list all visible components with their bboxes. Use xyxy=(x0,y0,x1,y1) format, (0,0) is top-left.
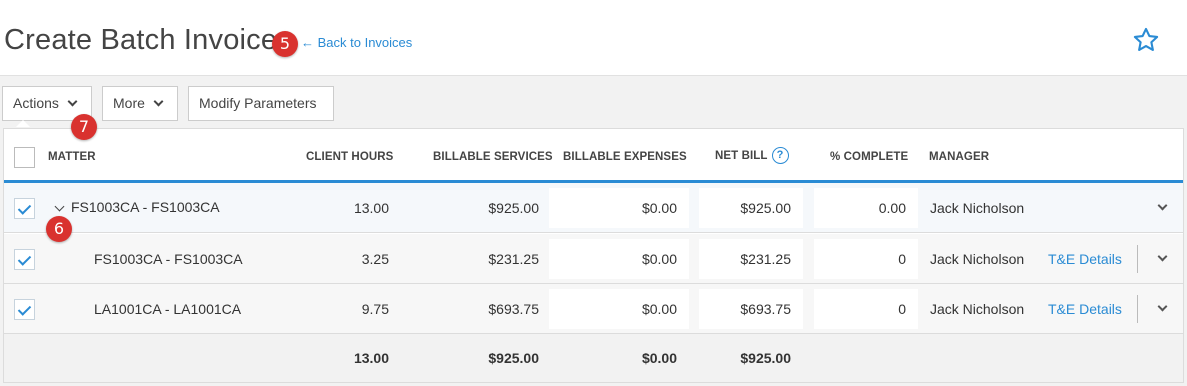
te-details-link[interactable]: T&E Details xyxy=(1048,284,1133,334)
billable-expenses-input[interactable]: $0.00 xyxy=(549,188,689,228)
column-header-matter[interactable]: MATTER xyxy=(48,151,96,163)
back-to-invoices-link[interactable]: ← Back to Invoices xyxy=(301,35,412,50)
chevron-down-icon[interactable] xyxy=(1157,301,1168,312)
pct-complete-input[interactable]: 0.00 xyxy=(814,188,918,228)
divider xyxy=(1137,245,1138,273)
manager-cell: Jack Nicholson xyxy=(930,251,1025,267)
column-header-billable-expenses[interactable]: BILLABLE EXPENSES xyxy=(563,151,687,163)
modify-parameters-button[interactable]: Modify Parameters xyxy=(188,86,334,121)
column-header-manager[interactable]: MANAGER xyxy=(929,151,989,163)
row-checkbox[interactable] xyxy=(14,198,35,219)
divider xyxy=(1137,295,1138,323)
net-bill-input[interactable]: $925.00 xyxy=(699,188,803,228)
row-checkbox[interactable] xyxy=(14,249,35,270)
net-bill-label: NET BILL xyxy=(715,150,768,162)
billable-services-cell: $925.00 xyxy=(488,200,539,216)
total-client-hours: 13.00 xyxy=(353,350,389,366)
dropdown-pointer xyxy=(16,120,30,127)
totals-row: 13.00 $925.00 $0.00 $925.00 xyxy=(4,334,1183,382)
matter-cell: FS1003CA - FS1003CA xyxy=(71,199,220,215)
column-header-net-bill[interactable]: NET BILL? xyxy=(715,147,789,165)
matter-cell: FS1003CA - FS1003CA xyxy=(94,251,243,267)
select-all-checkbox[interactable] xyxy=(14,147,35,168)
chevron-down-icon[interactable] xyxy=(1157,251,1168,262)
pct-complete-input[interactable]: 0 xyxy=(814,289,918,329)
matter-cell: LA1001CA - LA1001CA xyxy=(94,301,242,317)
batch-invoice-table: MATTER CLIENT HOURS BILLABLE SERVICES BI… xyxy=(3,114,1184,383)
te-details-link[interactable]: T&E Details xyxy=(1048,234,1133,284)
billable-services-cell: $231.25 xyxy=(488,251,539,267)
pct-complete-input[interactable]: 0 xyxy=(814,239,918,279)
page-header: Create Batch Invoice 5 ← Back to Invoice… xyxy=(0,0,1187,76)
total-billable-services: $925.00 xyxy=(488,350,539,366)
chevron-down-icon[interactable] xyxy=(1157,200,1168,211)
billable-services-cell: $693.75 xyxy=(488,301,539,317)
help-icon[interactable]: ? xyxy=(771,147,789,164)
client-hours-cell: 3.25 xyxy=(361,251,389,267)
column-header-billable-services[interactable]: BILLABLE SERVICES xyxy=(433,151,553,163)
actions-label: Actions xyxy=(13,95,59,111)
chevron-down-icon[interactable] xyxy=(54,201,65,212)
manager-cell: Jack Nicholson xyxy=(930,301,1025,317)
star-icon[interactable] xyxy=(1132,26,1160,54)
table-row: FS1003CA - FS1003CA 3.25 $231.25 $0.00 $… xyxy=(4,234,1183,284)
manager-cell: Jack Nicholson xyxy=(930,200,1025,216)
total-net-bill: $925.00 xyxy=(740,350,791,366)
billable-expenses-input[interactable]: $0.00 xyxy=(549,289,689,329)
page-title: Create Batch Invoice xyxy=(4,24,278,56)
total-billable-expenses: $0.00 xyxy=(641,350,677,366)
callout-badge-7: 7 xyxy=(71,114,97,140)
client-hours-cell: 9.75 xyxy=(361,301,389,317)
client-hours-cell: 13.00 xyxy=(353,200,389,216)
billable-expenses-input[interactable]: $0.00 xyxy=(549,239,689,279)
net-bill-input[interactable]: $693.75 xyxy=(699,289,803,329)
table-row: LA1001CA - LA1001CA 9.75 $693.75 $0.00 $… xyxy=(4,284,1183,334)
more-button[interactable]: More xyxy=(102,86,178,121)
net-bill-input[interactable]: $231.25 xyxy=(699,239,803,279)
table-row: FS1003CA - FS1003CA 13.00 $925.00 $0.00 … xyxy=(4,183,1183,233)
callout-badge-6: 6 xyxy=(46,216,72,242)
column-header-client-hours[interactable]: CLIENT HOURS xyxy=(306,151,393,163)
column-header-pct-complete[interactable]: % COMPLETE xyxy=(830,151,908,163)
more-label: More xyxy=(113,95,145,111)
chevron-down-icon xyxy=(153,96,164,107)
table-header-row: MATTER CLIENT HOURS BILLABLE SERVICES BI… xyxy=(4,129,1183,183)
callout-badge-5: 5 xyxy=(272,31,298,57)
row-checkbox[interactable] xyxy=(14,299,35,320)
chevron-down-icon xyxy=(67,96,78,107)
